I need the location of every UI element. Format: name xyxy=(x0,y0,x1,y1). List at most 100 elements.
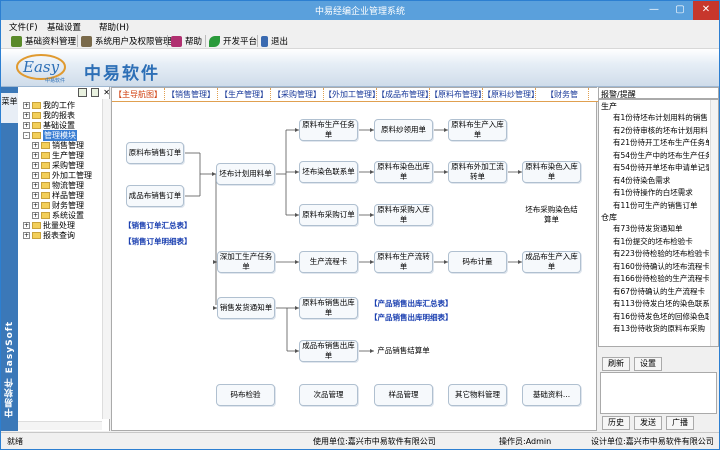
module-tab[interactable]: 【销售管理】 xyxy=(165,88,218,101)
history-button[interactable]: 历史 xyxy=(602,416,630,430)
tree-item[interactable]: + 系统设置 xyxy=(32,210,84,220)
sales-order-summary-link[interactable]: 【销售订单汇总表】 xyxy=(124,220,192,231)
expand-icon[interactable]: + xyxy=(32,191,39,199)
flow-yarn-requisition[interactable]: 原料纱领用单 xyxy=(374,119,433,141)
alert-scrollbar[interactable] xyxy=(710,100,718,346)
tree-item[interactable]: - 管理模块 xyxy=(23,129,77,141)
flow-purchase-inbound[interactable]: 原料布采购入库单 xyxy=(374,204,433,226)
flow-purchase-order[interactable]: 原料布采购订单 xyxy=(299,204,358,226)
tree-refresh-icon[interactable] xyxy=(78,88,87,97)
flow-deep-processing[interactable]: 深加工生产任务单 xyxy=(217,251,275,273)
module-tab[interactable]: 【生产管理】 xyxy=(218,88,271,101)
refresh-button[interactable]: 刷新 xyxy=(602,357,630,371)
tree-item[interactable]: + 采购管理 xyxy=(32,160,84,170)
outbound-summary-link[interactable]: 【产品销售出库汇总表】 xyxy=(370,298,453,309)
module-tab[interactable]: 【主导航图】 xyxy=(112,88,165,101)
expand-icon[interactable]: + xyxy=(23,221,30,229)
tree-item[interactable]: + 我的报表 xyxy=(23,110,75,120)
alert-item[interactable]: 有73份待发货通知单 xyxy=(613,223,709,234)
module-tab[interactable]: 【外加工管理】 xyxy=(324,88,377,101)
expand-icon[interactable]: + xyxy=(32,201,39,209)
basic-data-button[interactable]: 基础资料管理 xyxy=(11,34,76,48)
flow-fabric-inspection[interactable]: 码布检验 xyxy=(216,384,275,406)
flow-sales-settlement[interactable]: 产品销售结算单 xyxy=(374,340,433,362)
menu-basic-settings[interactable]: 基础设置 xyxy=(47,21,81,33)
expand-icon[interactable]: + xyxy=(32,181,39,189)
maximize-button[interactable]: ▢ xyxy=(667,1,693,20)
sales-order-detail-link[interactable]: 【销售订单明细表】 xyxy=(124,236,192,247)
tree-close-icon[interactable]: ✕ xyxy=(103,88,110,99)
minimize-button[interactable]: — xyxy=(641,1,667,20)
tree-item[interactable]: + 基础设置 xyxy=(23,120,75,130)
alert-item[interactable]: 有113份待发白坯的染色联系 xyxy=(613,298,709,309)
tree-item[interactable]: + 销售管理 xyxy=(32,140,84,150)
tree-item[interactable]: + 生产管理 xyxy=(32,150,84,160)
flow-production-task[interactable]: 原料布生产任务单 xyxy=(299,119,358,141)
tree-hscrollbar[interactable] xyxy=(18,421,102,430)
expand-icon[interactable]: + xyxy=(32,171,39,179)
flow-outsourcing-transfer[interactable]: 原料布外加工流转单 xyxy=(448,161,507,183)
flow-sample-management[interactable]: 样品管理 xyxy=(374,384,433,406)
alert-item[interactable]: 有13份待收货的原料布采购 xyxy=(613,323,709,334)
help-button[interactable]: 帮助 xyxy=(171,34,202,48)
module-tab[interactable]: 【采购管理】 xyxy=(271,88,324,101)
tree-item[interactable]: + 我的工作 xyxy=(23,100,75,110)
flow-delivery-notice[interactable]: 销售发货通知单 xyxy=(217,297,275,319)
collapse-icon[interactable]: - xyxy=(23,131,30,139)
flow-process-card[interactable]: 生产流程卡 xyxy=(299,251,358,273)
expand-icon[interactable]: + xyxy=(32,141,39,149)
expand-icon[interactable]: + xyxy=(32,161,39,169)
alert-item[interactable]: 有1份提交的坯布检验卡 xyxy=(613,236,709,247)
alert-item[interactable]: 有1份待坯布计划用料的销售 xyxy=(613,112,709,123)
flow-measuring[interactable]: 码布计量 xyxy=(448,251,507,273)
alert-item[interactable]: 有67份待确认的生产流程卡 xyxy=(613,286,709,297)
expand-icon[interactable]: + xyxy=(23,101,30,109)
broadcast-button[interactable]: 广播 xyxy=(666,416,694,430)
flow-yl-sales-outbound[interactable]: 原料布销售出库单 xyxy=(299,297,358,319)
module-tab[interactable]: 【原料纱管理】 xyxy=(483,88,536,101)
flow-cp-sales-outbound[interactable]: 成品布销售出库单 xyxy=(299,340,358,362)
expand-icon[interactable]: + xyxy=(23,121,30,129)
alert-item[interactable]: 有4份待染色需求 xyxy=(613,175,709,186)
flow-dye-contact[interactable]: 坯布染色联系单 xyxy=(299,161,358,183)
flow-basic-data[interactable]: 基础资料... xyxy=(522,384,581,406)
users-permissions-button[interactable]: 系统用户及权限管理 xyxy=(81,34,172,48)
alert-item[interactable]: 有54份生产中的坯布生产任务 xyxy=(613,150,709,161)
alert-item[interactable]: 有16份待发色坯的回修染色联 xyxy=(613,311,709,322)
alert-item[interactable]: 有160份待确认的坯布流程卡 xyxy=(613,261,709,272)
expand-icon[interactable]: + xyxy=(23,111,30,119)
tree-scrollbar[interactable] xyxy=(102,99,110,419)
settings-button[interactable]: 设置 xyxy=(634,357,662,371)
flow-other-materials[interactable]: 其它物料管理 xyxy=(448,384,507,406)
flow-finished-inbound[interactable]: 成品布生产入库单 xyxy=(522,251,581,273)
flow-dye-outbound[interactable]: 原料布染色出库单 xyxy=(374,161,433,183)
tree-pin-icon[interactable] xyxy=(90,88,100,97)
tree-item[interactable]: + 物流管理 xyxy=(32,180,84,190)
flow-defect-management[interactable]: 次品管理 xyxy=(299,384,358,406)
alert-item[interactable]: 有2份待审核的坯布计划用料 xyxy=(613,125,709,136)
tree-item[interactable]: + 报表查询 xyxy=(23,230,75,240)
module-tab[interactable]: 【成品布管理】 xyxy=(377,88,430,101)
flow-production-transfer[interactable]: 原料布生产流转单 xyxy=(374,251,433,273)
tree-item[interactable]: + 财务管理 xyxy=(32,200,84,210)
alert-item[interactable]: 有54份待开单坯布申请单记录 xyxy=(613,162,709,173)
menu-tab[interactable]: 菜单 xyxy=(1,93,18,123)
exit-button[interactable]: 退出 xyxy=(261,34,288,48)
flow-cp-sales-order[interactable]: 成品布销售订单 xyxy=(126,185,184,207)
dev-platform-button[interactable]: 开发平台 xyxy=(209,34,257,48)
module-tab[interactable]: 【财务管 xyxy=(536,88,589,101)
alert-item[interactable]: 有11份可生产的销售订单 xyxy=(613,200,709,211)
send-button[interactable]: 发送 xyxy=(634,416,662,430)
alert-item[interactable]: 有1份待操作的白坯需求 xyxy=(613,187,709,198)
flow-settlement[interactable]: 坯布采购染色结算单 xyxy=(522,204,581,226)
flow-greige-plan[interactable]: 坯布计划用料单 xyxy=(216,163,275,185)
alert-item[interactable]: 有223份待检验的坯布检验卡 xyxy=(613,248,709,259)
menu-help[interactable]: 帮助(H) xyxy=(99,21,129,33)
tree-item[interactable]: + 样品管理 xyxy=(32,190,84,200)
expand-icon[interactable]: + xyxy=(32,211,39,219)
flow-production-inbound[interactable]: 原料布生产入库单 xyxy=(448,119,507,141)
expand-icon[interactable]: + xyxy=(32,151,39,159)
flow-yl-sales-order[interactable]: 原料布销售订单 xyxy=(126,142,184,164)
message-input[interactable] xyxy=(600,372,717,414)
alert-item[interactable]: 有166份待检验的生产流程卡 xyxy=(613,273,709,284)
